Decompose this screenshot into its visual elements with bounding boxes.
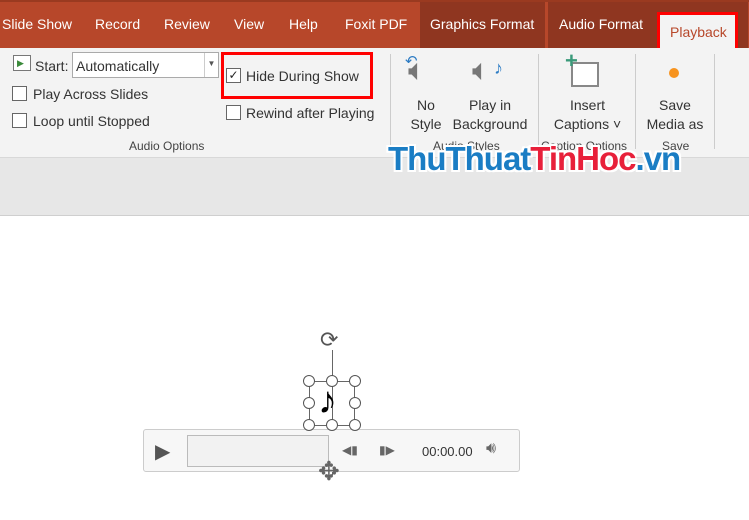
separator	[538, 54, 539, 149]
resize-handle[interactable]	[303, 397, 315, 409]
watermark-logo: ThuThuatTinHoc.vn	[388, 140, 681, 177]
resize-handle[interactable]	[349, 375, 361, 387]
highlight-hide-during-show	[221, 52, 373, 99]
tab-record[interactable]: Record	[95, 16, 140, 32]
resize-handle[interactable]	[349, 419, 361, 431]
separator	[714, 54, 715, 149]
play-in-background-button[interactable]: 🔈︎ ♪ Play in Background	[450, 54, 530, 144]
resize-handle[interactable]	[349, 397, 361, 409]
music-note-icon: ♪	[494, 58, 503, 78]
separator	[390, 54, 391, 149]
play-icon[interactable]: ▶	[155, 439, 170, 464]
loop-until-stopped-checkbox[interactable]	[12, 113, 27, 128]
tab-review[interactable]: Review	[164, 16, 210, 32]
volume-icon[interactable]: 🔊︎	[486, 440, 496, 458]
no-style-button[interactable]: 🔈︎ ↶ No Style	[402, 53, 450, 144]
start-trigger-icon: ▶	[13, 55, 31, 71]
rotate-handle-icon[interactable]: ⟳	[320, 327, 338, 353]
insert-captions-button[interactable]: + Insert Captions ˅	[545, 48, 630, 144]
play-across-slides-checkbox[interactable]	[12, 86, 27, 101]
insert-captions-label: Insert Captions ˅	[553, 97, 622, 132]
play-across-slides-label: Play Across Slides	[33, 86, 149, 102]
no-style-label: No Style	[410, 97, 442, 132]
skip-back-icon[interactable]: ◀▮	[342, 443, 358, 457]
audio-options-group-label: Audio Options	[129, 139, 205, 153]
resize-handle[interactable]	[326, 375, 338, 387]
rewind-after-playing-checkbox[interactable]	[226, 105, 241, 120]
save-media-as-button[interactable]: Save Media as	[640, 54, 710, 144]
start-label: Start:	[35, 58, 69, 74]
save-media-icon	[669, 68, 679, 78]
separator	[635, 54, 636, 149]
plus-icon: +	[565, 48, 578, 73]
move-handle-icon[interactable]: ✥	[318, 456, 340, 487]
rewind-after-playing-label: Rewind after Playing	[246, 105, 375, 121]
save-media-as-label: Save Media as	[646, 97, 704, 132]
skip-forward-icon[interactable]: ▮▶	[379, 443, 395, 457]
resize-handle[interactable]	[326, 419, 338, 431]
resize-handle[interactable]	[303, 419, 315, 431]
tab-help[interactable]: Help	[289, 16, 318, 32]
tab-slide-show[interactable]: Slide Show	[2, 16, 72, 32]
time-display: 00:00.00	[422, 444, 473, 459]
progress-track[interactable]	[187, 435, 329, 467]
tab-graphics-format[interactable]: Graphics Format	[430, 16, 534, 32]
tab-audio-format[interactable]: Audio Format	[559, 16, 643, 32]
start-value: Automatically	[76, 58, 160, 74]
slide-canvas	[0, 216, 749, 520]
speaker-music-icon: 🔈︎	[472, 54, 490, 87]
loop-until-stopped-label: Loop until Stopped	[33, 113, 150, 129]
ribbon-tab-bar: Slide Show Record Review View Help Foxit…	[0, 0, 749, 50]
chevron-down-icon: ▼	[204, 53, 218, 77]
tab-view[interactable]: View	[234, 16, 264, 32]
tab-foxit-pdf[interactable]: Foxit PDF	[345, 16, 407, 32]
resize-handle[interactable]	[303, 375, 315, 387]
play-in-background-label: Play in Background	[452, 97, 528, 132]
undo-arrow-icon: ↶	[405, 53, 418, 70]
start-dropdown[interactable]: Automatically ▼	[72, 52, 219, 78]
